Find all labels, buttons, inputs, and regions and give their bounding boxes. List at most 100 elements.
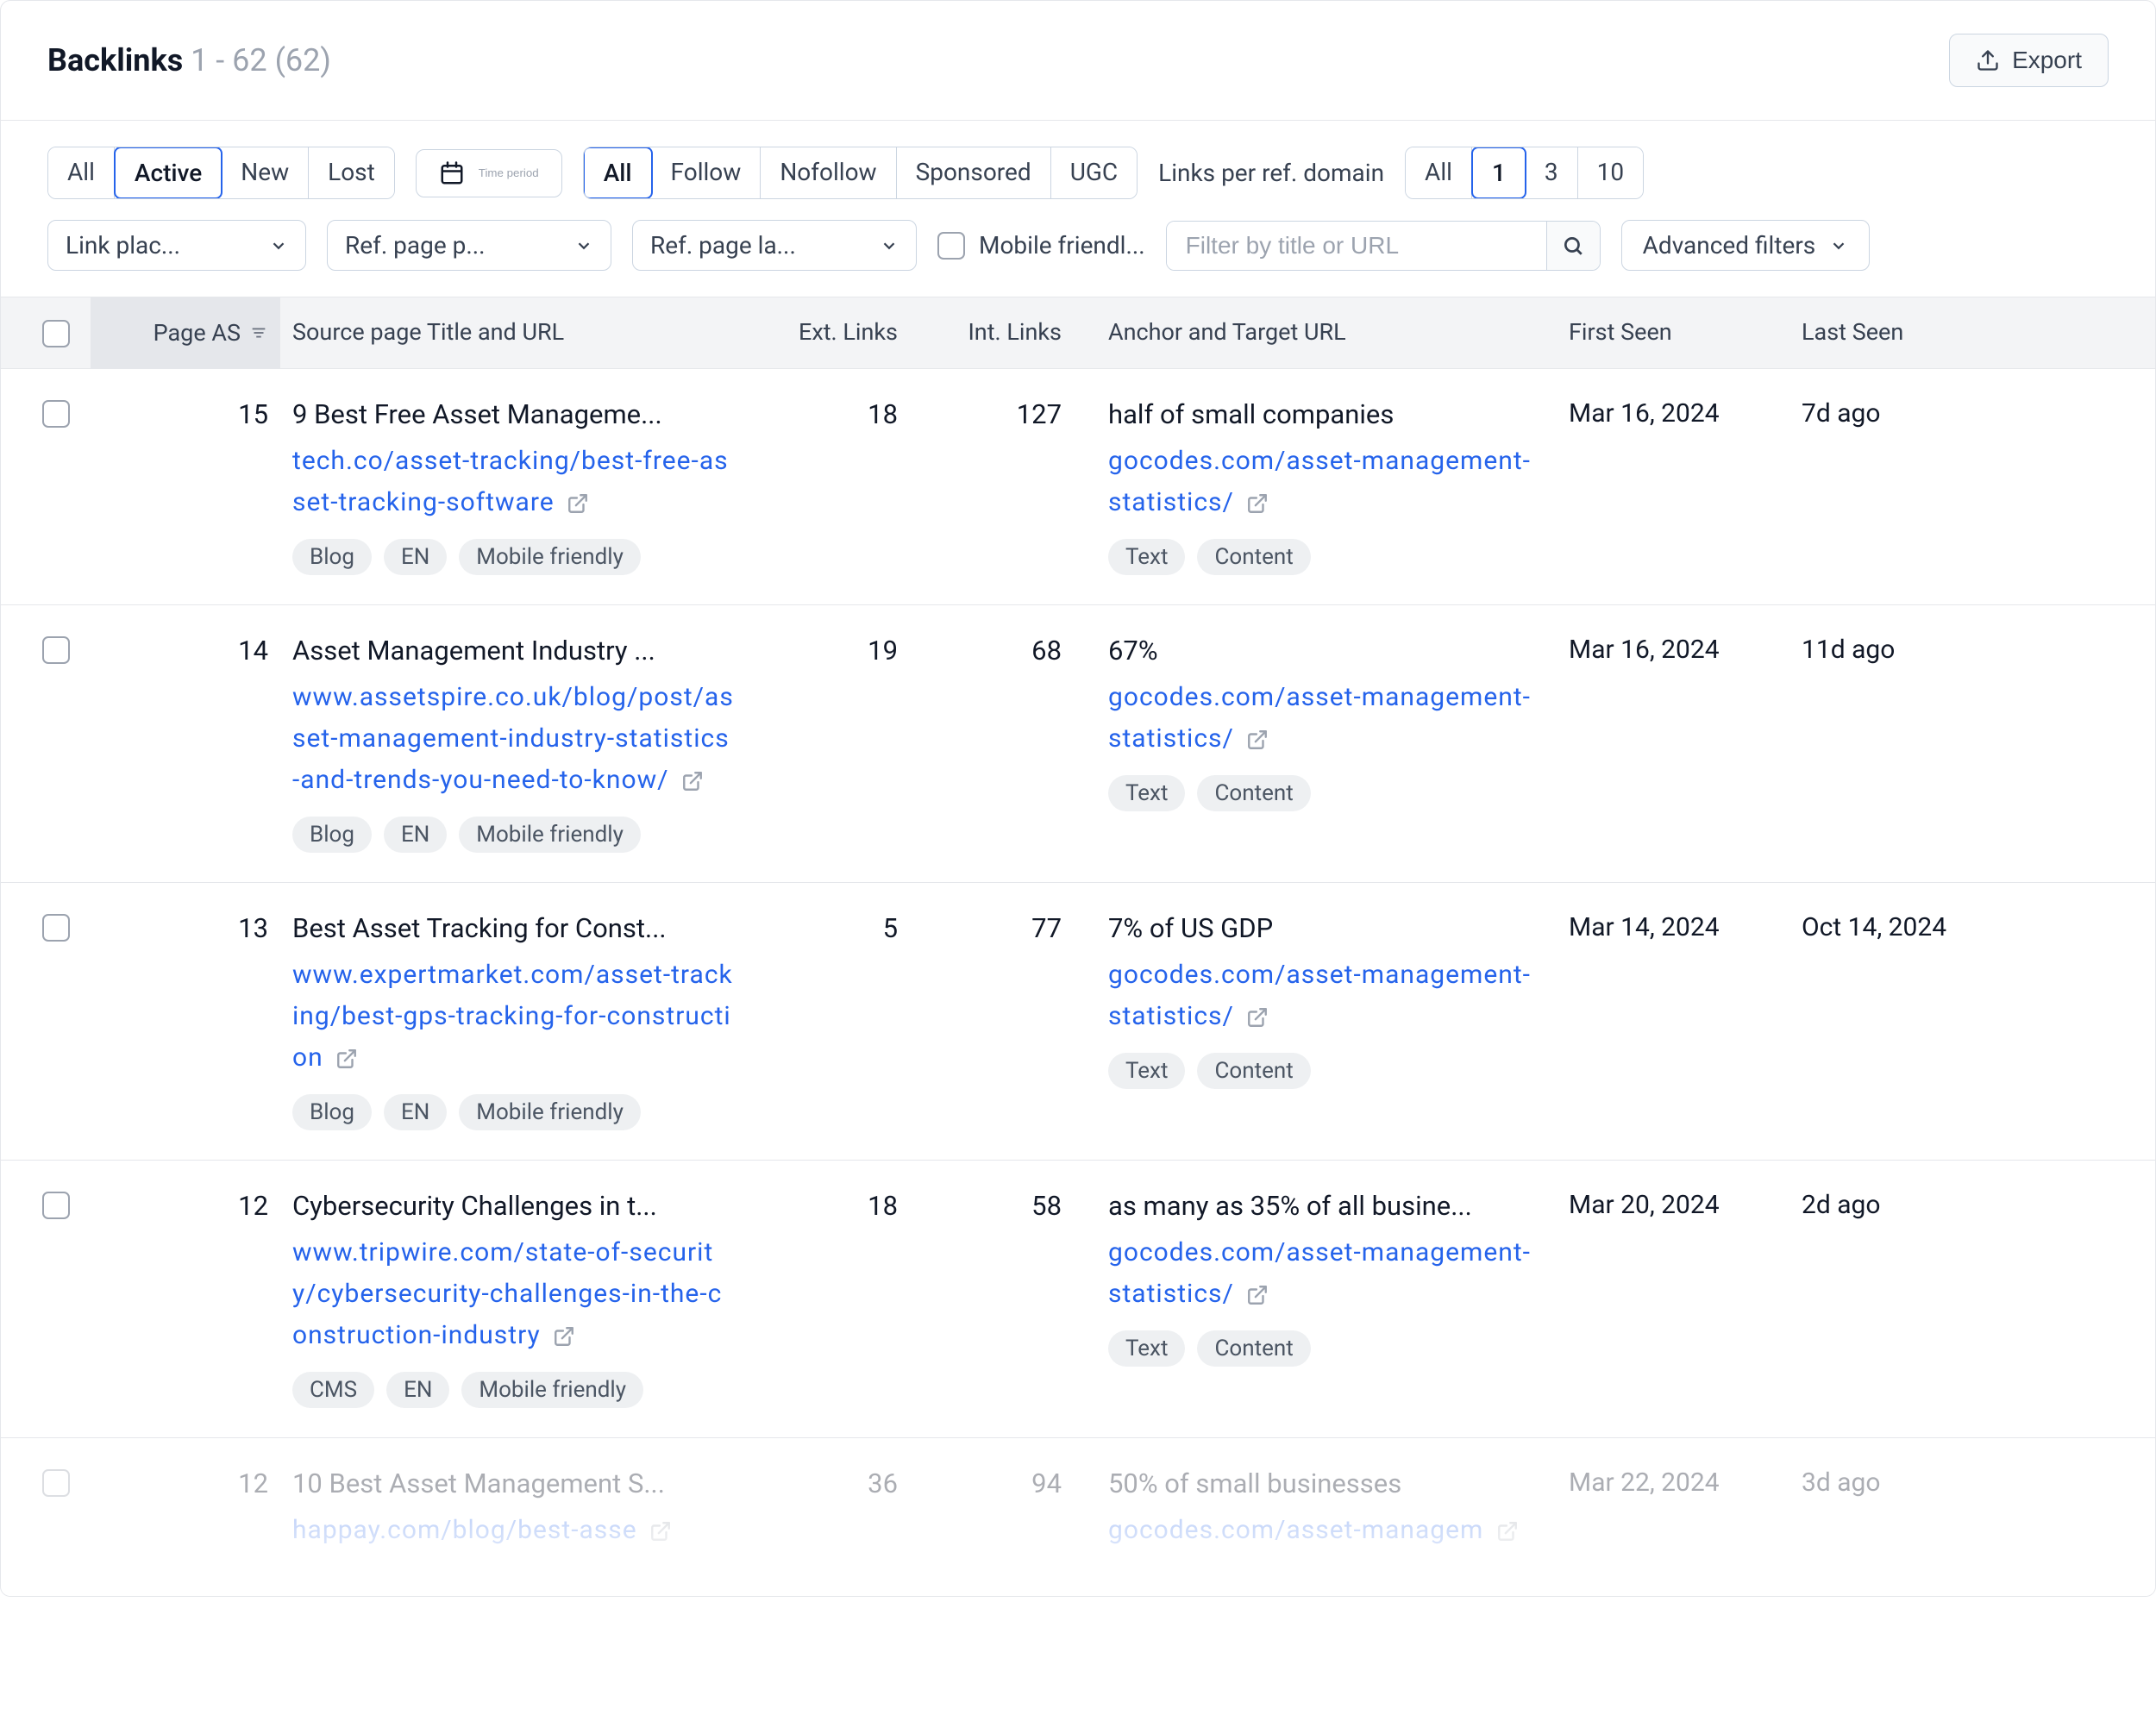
time-period-button[interactable]: Time period bbox=[416, 149, 562, 197]
anchor-tag: Content bbox=[1197, 775, 1310, 811]
page-as-value: 15 bbox=[238, 398, 268, 430]
lpd-all[interactable]: All bbox=[1406, 147, 1472, 198]
search-icon bbox=[1562, 235, 1584, 257]
int-links-value: 94 bbox=[1031, 1468, 1062, 1499]
table-header: Page AS Source page Title and URL Ext. L… bbox=[1, 297, 2155, 369]
col-ext-links[interactable]: Ext. Links bbox=[746, 297, 910, 368]
link-placement-label: Link plac... bbox=[66, 231, 180, 260]
source-tag: Blog bbox=[292, 539, 372, 575]
links-per-domain-filter: All 1 3 10 bbox=[1405, 147, 1644, 199]
time-period-label: Time period bbox=[479, 166, 539, 179]
table-row: 13 Best Asset Tracking for Const... www.… bbox=[1, 883, 2155, 1161]
source-tag: EN bbox=[384, 1094, 447, 1130]
ext-links-value: 18 bbox=[868, 1190, 898, 1222]
col-page-as-label: Page AS bbox=[154, 319, 241, 347]
source-title: Cybersecurity Challenges in t... bbox=[292, 1190, 734, 1222]
status-new[interactable]: New bbox=[222, 147, 309, 198]
col-int-links[interactable]: Int. Links bbox=[910, 297, 1074, 368]
follow-all[interactable]: All bbox=[583, 147, 653, 199]
ref-page-platform-dropdown[interactable]: Ref. page p... bbox=[327, 220, 611, 271]
source-url[interactable]: www.assetspire.co.uk/blog/post/asset-man… bbox=[292, 677, 734, 801]
anchor-tag: Content bbox=[1197, 1053, 1310, 1089]
row-checkbox[interactable] bbox=[42, 1469, 70, 1497]
source-url[interactable]: happay.com/blog/best-asse bbox=[292, 1510, 734, 1551]
lpd-10[interactable]: 10 bbox=[1578, 147, 1643, 198]
target-url[interactable]: gocodes.com/asset-managem bbox=[1108, 1510, 1545, 1551]
mobile-friendly-checkbox[interactable] bbox=[937, 232, 965, 260]
sort-icon bbox=[249, 323, 268, 342]
col-source[interactable]: Source page Title and URL bbox=[280, 297, 746, 368]
search-button[interactable] bbox=[1546, 222, 1600, 270]
target-url[interactable]: gocodes.com/asset-management-statistics/ bbox=[1108, 441, 1545, 523]
anchor-text: half of small companies bbox=[1108, 398, 1545, 430]
col-page-as[interactable]: Page AS bbox=[91, 297, 280, 368]
ext-links-value: 5 bbox=[883, 912, 898, 944]
anchor-tag: Text bbox=[1108, 1330, 1185, 1367]
ref-page-p-label: Ref. page p... bbox=[345, 231, 486, 260]
follow-filter: All Follow Nofollow Sponsored UGC bbox=[583, 147, 1138, 199]
source-title: 10 Best Asset Management S... bbox=[292, 1468, 734, 1499]
source-tag: Blog bbox=[292, 817, 372, 853]
external-link-icon bbox=[1496, 1520, 1519, 1543]
status-all[interactable]: All bbox=[48, 147, 115, 198]
source-url[interactable]: www.tripwire.com/state-of-security/cyber… bbox=[292, 1232, 734, 1356]
external-link-icon bbox=[1246, 1006, 1269, 1029]
follow-sponsored[interactable]: Sponsored bbox=[897, 147, 1051, 198]
mobile-friendly-filter[interactable]: Mobile friendl... bbox=[937, 231, 1145, 260]
ext-links-value: 19 bbox=[868, 635, 898, 666]
ext-links-value: 18 bbox=[868, 398, 898, 430]
col-last-seen[interactable]: Last Seen bbox=[1789, 297, 2109, 368]
table-row: 12 Cybersecurity Challenges in t... www.… bbox=[1, 1161, 2155, 1438]
last-seen-value: 11d ago bbox=[1802, 635, 1895, 665]
ref-page-language-dropdown[interactable]: Ref. page la... bbox=[632, 220, 917, 271]
col-anchor[interactable]: Anchor and Target URL bbox=[1074, 297, 1557, 368]
lpd-1[interactable]: 1 bbox=[1471, 147, 1526, 199]
target-url[interactable]: gocodes.com/asset-management-statistics/ bbox=[1108, 954, 1545, 1037]
row-checkbox[interactable] bbox=[42, 400, 70, 428]
first-seen-value: Mar 16, 2024 bbox=[1569, 398, 1720, 429]
select-all-checkbox[interactable] bbox=[42, 320, 70, 347]
source-tag: EN bbox=[384, 817, 447, 853]
export-label: Export bbox=[2012, 47, 2082, 74]
target-url[interactable]: gocodes.com/asset-management-statistics/ bbox=[1108, 677, 1545, 760]
first-seen-value: Mar 20, 2024 bbox=[1569, 1190, 1720, 1220]
external-link-icon bbox=[1246, 729, 1269, 751]
title-text: Backlinks bbox=[47, 42, 183, 78]
search-input[interactable] bbox=[1167, 222, 1546, 270]
chevron-down-icon bbox=[269, 236, 288, 255]
follow-follow[interactable]: Follow bbox=[652, 147, 761, 198]
anchor-text: 67% bbox=[1108, 635, 1545, 666]
anchor-text: 7% of US GDP bbox=[1108, 912, 1545, 944]
external-link-icon bbox=[553, 1325, 575, 1348]
advanced-filters-label: Advanced filters bbox=[1643, 231, 1816, 260]
external-link-icon bbox=[335, 1048, 358, 1070]
int-links-value: 127 bbox=[1017, 398, 1062, 430]
source-tag: Mobile friendly bbox=[461, 1372, 643, 1408]
link-placement-dropdown[interactable]: Link plac... bbox=[47, 220, 306, 271]
table-row: 14 Asset Management Industry ... www.ass… bbox=[1, 605, 2155, 883]
export-button[interactable]: Export bbox=[1949, 34, 2109, 87]
follow-ugc[interactable]: UGC bbox=[1051, 147, 1137, 198]
col-first-seen[interactable]: First Seen bbox=[1557, 297, 1789, 368]
ref-page-la-label: Ref. page la... bbox=[650, 231, 796, 260]
source-url[interactable]: www.expertmarket.com/asset-tracking/best… bbox=[292, 954, 734, 1079]
lpd-3[interactable]: 3 bbox=[1526, 147, 1578, 198]
follow-nofollow[interactable]: Nofollow bbox=[761, 147, 896, 198]
status-active[interactable]: Active bbox=[114, 147, 222, 199]
row-checkbox[interactable] bbox=[42, 1192, 70, 1219]
page-as-value: 12 bbox=[238, 1190, 268, 1222]
anchor-tag: Text bbox=[1108, 539, 1185, 575]
title-range: 1 - 62 (62) bbox=[191, 42, 331, 78]
row-checkbox[interactable] bbox=[42, 914, 70, 942]
source-tag: CMS bbox=[292, 1372, 374, 1408]
int-links-value: 68 bbox=[1031, 635, 1062, 666]
calendar-icon bbox=[439, 160, 465, 186]
row-checkbox[interactable] bbox=[42, 636, 70, 664]
chevron-down-icon bbox=[574, 236, 593, 255]
anchor-tag: Text bbox=[1108, 1053, 1185, 1089]
advanced-filters-button[interactable]: Advanced filters bbox=[1621, 220, 1871, 271]
target-url[interactable]: gocodes.com/asset-management-statistics/ bbox=[1108, 1232, 1545, 1315]
source-url[interactable]: tech.co/asset-tracking/best-free-asset-t… bbox=[292, 441, 734, 523]
source-tag: Mobile friendly bbox=[459, 1094, 641, 1130]
status-lost[interactable]: Lost bbox=[309, 147, 394, 198]
